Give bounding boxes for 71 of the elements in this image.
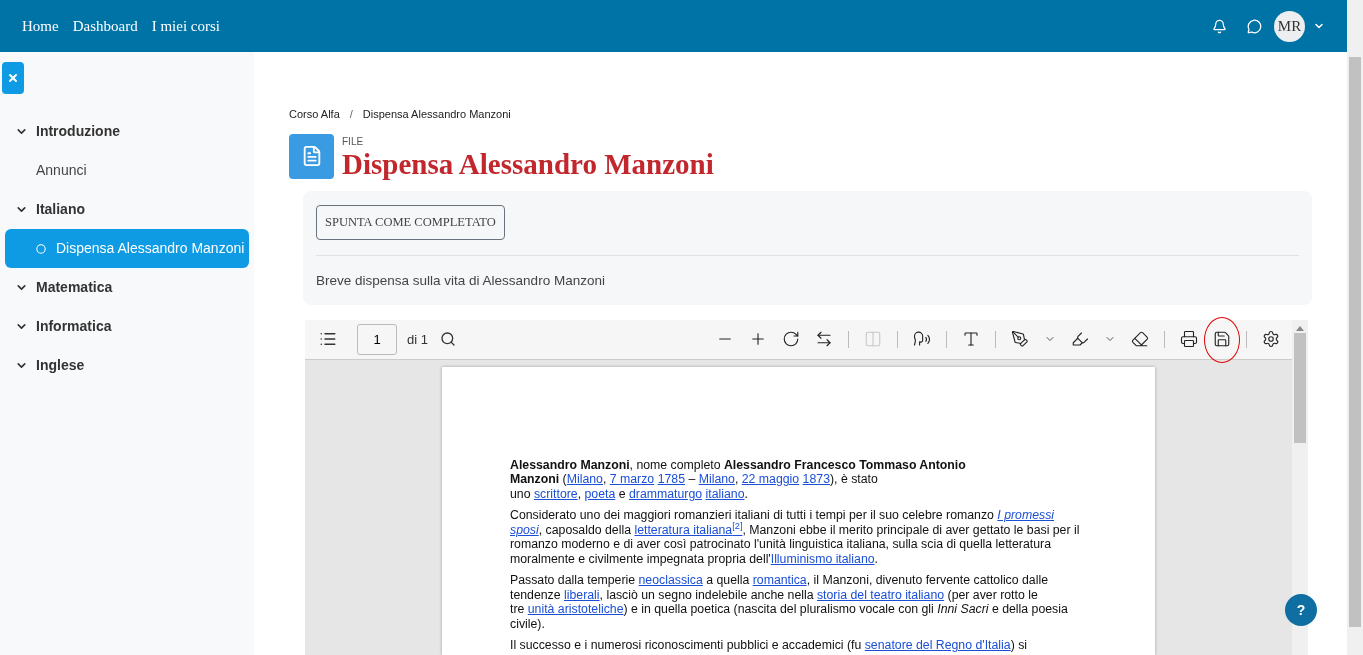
section-item[interactable]: Introduzione <box>5 112 249 151</box>
fit-width-icon[interactable] <box>815 330 833 349</box>
link[interactable]: 22 maggio <box>741 472 800 487</box>
link[interactable]: senatore del Regno d'Italia <box>864 638 1011 653</box>
link[interactable]: Milano <box>698 472 735 487</box>
breadcrumb-separator: / <box>349 107 353 122</box>
section-title: Inglese <box>36 356 85 375</box>
nav-link[interactable]: Home <box>22 14 59 38</box>
page-scrollbar[interactable] <box>1347 0 1363 655</box>
page-number-field[interactable]: 1 <box>357 323 397 355</box>
pdf-paragraph: Passato dalla temperie neoclassica a quella romantica, il Manzoni, divenuto fervente cattolico dalle tendenze liberali, lasciò un segno indelebile anche nella storia del teatro italiano (per aver rotto le tre unità aristoteliche) e in quella poetica (nascita del pluralismo vocale con gli Inni Sacri e della poesia civile). <box>510 573 1069 632</box>
section-item[interactable]: Matematica <box>5 268 249 307</box>
link[interactable]: letteratura italiana$^{[2]}$ <box>634 522 743 537</box>
link[interactable]: storia del teatro italiano <box>816 587 945 602</box>
link[interactable]: drammaturgo <box>629 486 703 501</box>
breadcrumb-link[interactable]: Dispensa Alessandro Manzoni <box>362 106 511 123</box>
pdf-paragraph: Considerato uno dei maggiori romanzieri italiani di tutti i tempi per il suo celebre romanzo I promessi sposi, caposaldo della letteratura italiana$^{[2]}$, Manzoni ebbe il merito principale di aver gettato le basi per il romanzo moderno e di aver così patrocinato l'unità linguistica italiana, sulla scia di quella letteratura moralmente e civilmente impegnata propria dell'Illuminismo italiano. <box>510 508 1081 567</box>
notifications-icon[interactable] <box>1212 18 1227 34</box>
link[interactable]: romantica <box>752 573 807 588</box>
section-title: Introduzione <box>36 122 120 141</box>
breadcrumb-link[interactable]: Corso Alfa <box>289 106 340 123</box>
link[interactable]: I promessi <box>997 508 1055 523</box>
nav-link[interactable]: I miei corsi <box>151 14 220 38</box>
activity-item[interactable]: Annunci <box>5 151 249 190</box>
section-item[interactable]: Inglese <box>5 346 249 385</box>
pdf-paragraph: Alessandro Manzoni, nome completo Alessandro Francesco Tommaso Antonio Manzoni (Milano, 7 marzo 1785 – Milano, 22 maggio 1873), è stato uno scrittore, poeta e drammaturgo italiano. <box>510 457 967 502</box>
page-count: di 1 <box>407 330 428 349</box>
viewer-scrollbar[interactable] <box>1292 319 1308 655</box>
link[interactable]: italiano <box>705 486 745 501</box>
link[interactable]: Milano <box>566 472 603 487</box>
pdf-paragraph: Il successo e i numerosi riconoscimenti pubblici e accademici (fu senatore del Regno d'Italia) si <box>510 638 1029 653</box>
link[interactable]: poeta <box>584 486 616 501</box>
page-title: Dispensa Alessandro Manzoni <box>342 148 714 179</box>
close-icon <box>7 72 19 84</box>
activity-description: Breve dispensa sulla vita di Alessandro Manzoni <box>316 271 606 290</box>
help-button[interactable]: ? <box>1285 594 1317 626</box>
link[interactable]: unità aristoteliche <box>527 602 624 617</box>
link[interactable]: Illuminismo italiano <box>770 551 875 566</box>
activity-title: Annunci <box>36 161 87 180</box>
close-drawer-button[interactable] <box>2 62 24 94</box>
nav-link[interactable]: Dashboard <box>72 14 138 38</box>
user-avatar[interactable]: MR <box>1274 10 1305 42</box>
eraser-icon[interactable] <box>1131 330 1149 349</box>
link[interactable]: 1873 <box>802 472 830 487</box>
link[interactable]: sposi <box>510 522 539 537</box>
activity-type-label: FILE <box>342 134 365 149</box>
section-item[interactable]: Italiano <box>5 190 249 229</box>
section-item[interactable]: Informatica <box>5 307 249 346</box>
rotate-icon[interactable] <box>782 330 800 349</box>
scrollbar-thumb[interactable] <box>1294 332 1306 443</box>
link[interactable]: 1785 <box>657 472 685 487</box>
mark-done-button[interactable]: SPUNTA COME COMPLETATO <box>316 204 505 240</box>
pen-icon[interactable] <box>1011 330 1029 349</box>
section-title: Informatica <box>36 317 112 336</box>
settings-icon[interactable] <box>1262 330 1280 349</box>
section-title: Matematica <box>36 278 113 297</box>
save-icon[interactable] <box>1213 330 1231 349</box>
circle-icon <box>36 243 46 254</box>
highlighter-icon[interactable] <box>1071 330 1089 349</box>
activity-title: Dispensa Alessandro Manzoni <box>56 239 245 258</box>
messages-icon[interactable] <box>1247 18 1262 34</box>
text-icon[interactable] <box>962 330 980 349</box>
link[interactable]: liberali <box>564 587 600 602</box>
read-aloud-icon[interactable] <box>913 330 931 349</box>
section-title: Italiano <box>36 200 85 219</box>
link[interactable]: scrittore <box>533 486 578 501</box>
search-icon[interactable] <box>439 331 456 348</box>
print-icon[interactable] <box>1180 330 1198 349</box>
scrollbar-thumb[interactable] <box>1349 57 1361 627</box>
link[interactable]: neoclassica <box>638 573 703 588</box>
link[interactable]: 7 marzo <box>609 472 655 487</box>
